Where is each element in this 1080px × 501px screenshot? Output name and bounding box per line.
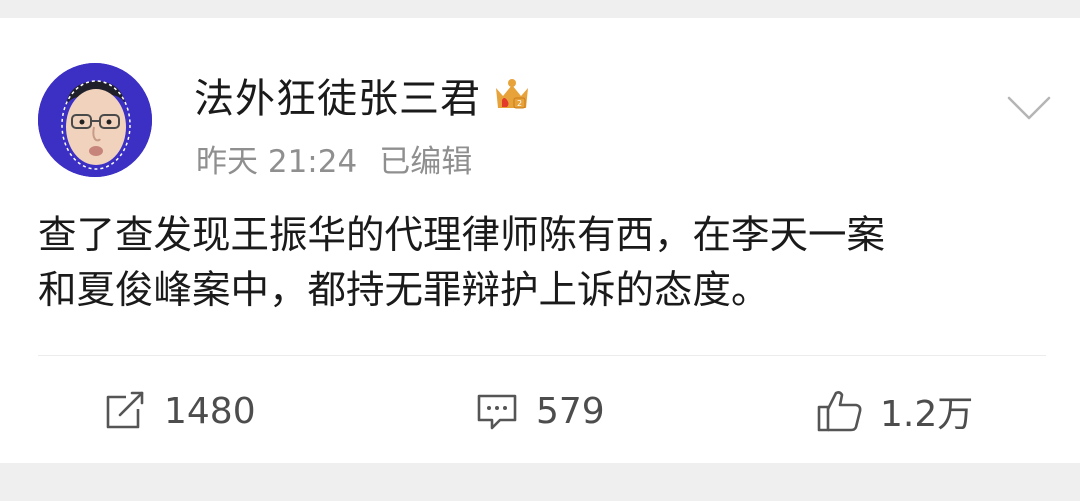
edited-label[interactable]: 已编辑 <box>379 144 472 180</box>
chevron-down-icon[interactable] <box>1006 94 1052 122</box>
post-text: 查了查发现王振华的代理律师陈有西，在李天一案 和夏俊峰案中，都持无罪辩护上诉的态… <box>38 213 886 313</box>
post-time: 昨天 21:24 <box>196 144 358 180</box>
comment-icon <box>477 394 517 430</box>
comment-count: 579 <box>536 390 605 432</box>
avatar-face-icon <box>38 63 152 177</box>
comment-button[interactable]: 579 <box>474 386 605 436</box>
post-meta: 昨天 21:24 已编辑 <box>196 136 472 181</box>
author-row: 法外狂徒张三君 2 <box>194 70 533 122</box>
crown-badge-icon[interactable]: 2 <box>491 74 533 116</box>
thumbs-up-icon <box>817 391 862 432</box>
divider <box>38 355 1046 356</box>
repost-button[interactable]: 1480 <box>102 386 256 436</box>
avatar[interactable] <box>38 63 152 177</box>
like-button[interactable]: 1.2万 <box>816 386 973 436</box>
author-name[interactable]: 法外狂徒张三君 <box>194 66 481 124</box>
svg-text:2: 2 <box>517 99 522 108</box>
repost-count: 1480 <box>164 390 256 432</box>
like-count: 1.2万 <box>880 394 974 435</box>
repost-icon <box>106 391 144 429</box>
weibo-post-card: 法外狂徒张三君 2 昨天 21:24 已编辑 查了查发现王振华的代理律师陈有西，在… <box>0 18 1080 463</box>
